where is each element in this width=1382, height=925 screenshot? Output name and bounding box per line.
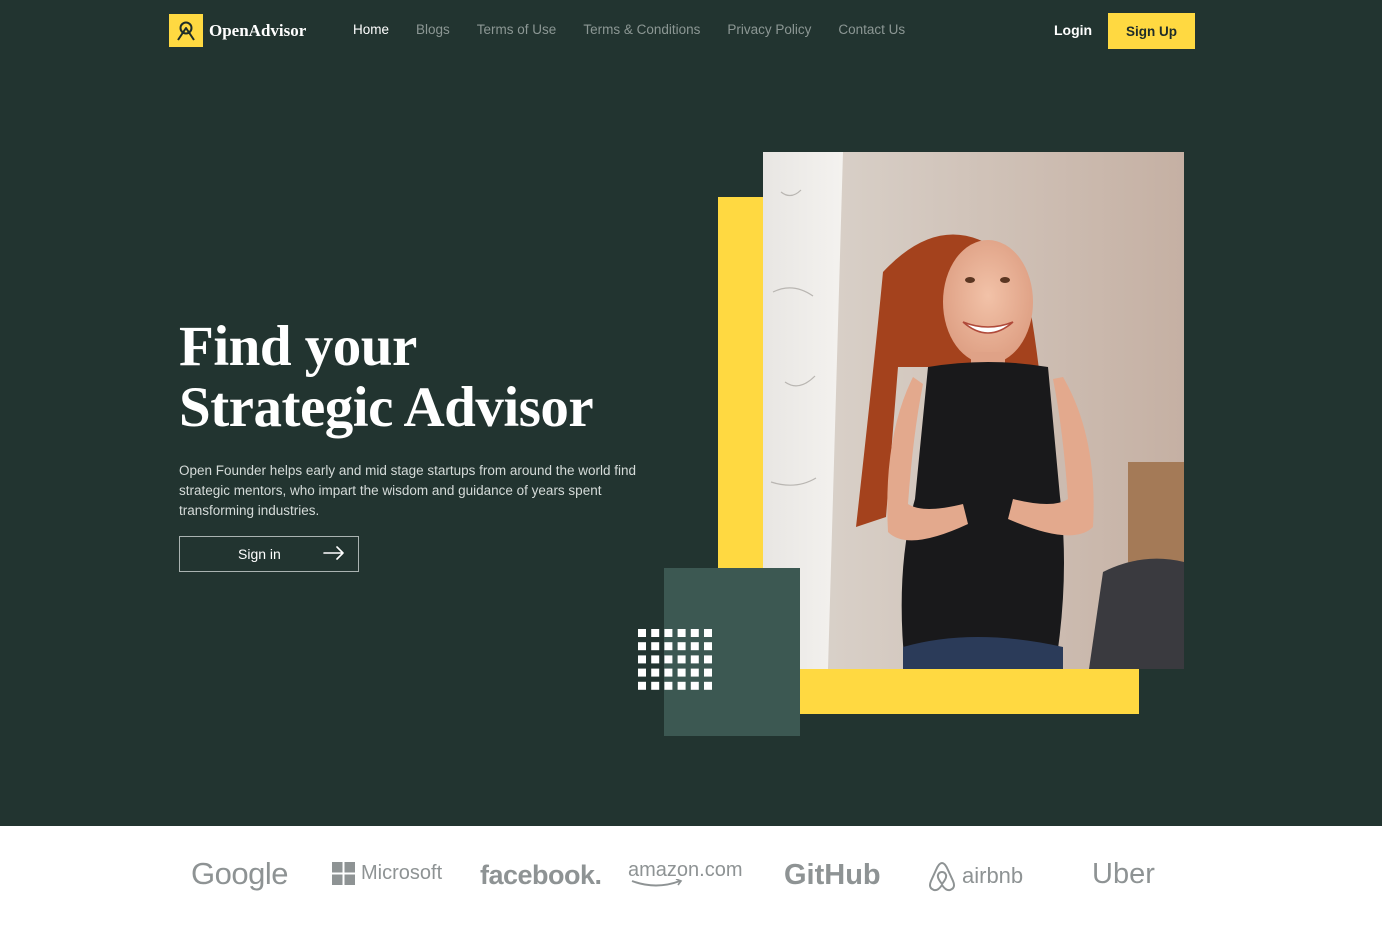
airbnb-logo-text: airbnb (962, 863, 1024, 888)
hero-title-line-2: Strategic Advisor (179, 376, 594, 439)
github-logo: GitHub (784, 859, 881, 892)
facebook-logo: facebook. (480, 860, 602, 891)
dot (677, 629, 686, 637)
dot (704, 668, 712, 677)
logo-text: OpenAdvisor (209, 20, 307, 40)
top-navigation-bar: OpenAdvisor Home Blogs Terms of Use Term… (0, 0, 1382, 62)
dot (704, 681, 712, 690)
dot (651, 681, 660, 690)
nav-item-contact-us[interactable]: Contact Us (838, 22, 905, 37)
dot (651, 629, 660, 637)
nav-item-terms-conditions[interactable]: Terms & Conditions (583, 22, 700, 37)
sign-in-button[interactable]: Sign in (179, 536, 359, 572)
hero-title: Find your Strategic Advisor (179, 316, 679, 438)
microsoft-logo: Microsoft (332, 862, 442, 885)
nav-item-blogs[interactable]: Blogs (416, 22, 450, 37)
dot (664, 629, 673, 637)
dot (690, 655, 699, 664)
dot (690, 642, 699, 651)
amazon-smile-icon (631, 879, 683, 887)
uber-logo: Uber (1092, 858, 1155, 891)
dot (690, 629, 699, 637)
dot (638, 655, 646, 664)
hero-photo-smiling-woman (763, 152, 1184, 669)
logo[interactable]: OpenAdvisor (169, 14, 306, 47)
microsoft-logo-text: Microsoft (361, 862, 443, 884)
uber-logo-text: Uber (1092, 858, 1155, 890)
dot (664, 655, 673, 664)
nav-item-privacy-policy[interactable]: Privacy Policy (727, 22, 811, 37)
airbnb-belo-icon (929, 861, 955, 892)
dot (677, 681, 686, 690)
dot (664, 642, 673, 651)
dot (638, 681, 646, 690)
dot (664, 681, 673, 690)
dot (704, 655, 712, 664)
partner-logos-strip: Google Microsoft facebook. amazon.com Gi… (0, 826, 1382, 925)
login-link[interactable]: Login (1054, 22, 1092, 38)
facebook-logo-text: facebook. (480, 860, 602, 890)
sign-in-label: Sign in (238, 546, 281, 562)
airbnb-logo: airbnb (928, 860, 1023, 892)
dot (690, 668, 699, 677)
dot (677, 668, 686, 677)
dot (677, 642, 686, 651)
decorative-dot-grid (638, 629, 712, 690)
dot (664, 668, 673, 677)
dot (638, 668, 646, 677)
arrow-right-icon (323, 546, 345, 563)
decorative-yellow-bar-bottom (798, 669, 1139, 714)
dot (651, 668, 660, 677)
google-logo-text: Google (191, 856, 288, 891)
google-logo: Google (191, 856, 288, 892)
dot (651, 655, 660, 664)
amazon-logo: amazon.com (628, 859, 743, 887)
github-logo-text: GitHub (784, 859, 881, 891)
dot (677, 655, 686, 664)
dot (638, 642, 646, 651)
main-nav: Home Blogs Terms of Use Terms & Conditio… (353, 22, 932, 37)
dot (690, 681, 699, 690)
open-advisor-logo-icon (169, 14, 203, 47)
sign-up-button[interactable]: Sign Up (1108, 13, 1195, 49)
dot (704, 629, 712, 637)
nav-item-terms-of-use[interactable]: Terms of Use (477, 22, 557, 37)
dot (651, 642, 660, 651)
dot (704, 642, 712, 651)
hero-description: Open Founder helps early and mid stage s… (179, 463, 637, 518)
nav-item-home[interactable]: Home (353, 22, 389, 37)
microsoft-squares-icon (332, 862, 355, 885)
hero-title-line-1: Find your (179, 315, 417, 378)
dot (638, 629, 646, 637)
decorative-yellow-bar-left (718, 197, 766, 569)
